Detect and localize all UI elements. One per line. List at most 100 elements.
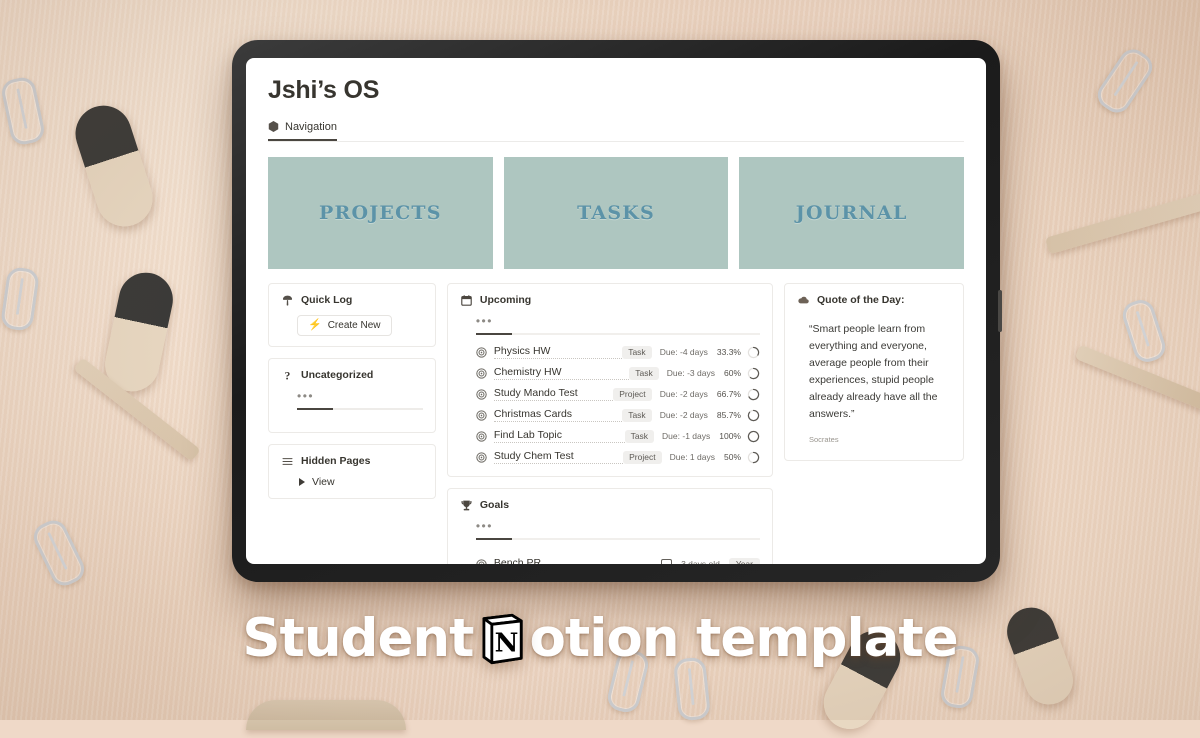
nav-banners: PROJECTS TASKS JOURNAL (268, 156, 965, 269)
target-icon (476, 388, 487, 400)
upcoming-row-name: Study Mando Test (493, 387, 614, 401)
upcoming-header: Upcoming (460, 294, 760, 307)
upcoming-row-due: Due: -2 days (659, 410, 708, 420)
tab-navigation[interactable]: Navigation (268, 121, 337, 141)
table-row[interactable]: Physics HW Task Due: -4 days 33.3% (460, 342, 760, 363)
notion-logo: N (482, 613, 523, 664)
table-row[interactable]: Study Mando Test Project Due: -2 days 66… (460, 384, 760, 405)
target-icon (476, 346, 487, 358)
upcoming-row-name: Physics HW (493, 345, 623, 359)
create-new-label: Create New (327, 319, 381, 331)
table-row[interactable]: Chemistry HW Task Due: -3 days 60% (460, 363, 760, 384)
goals-row-badge: Year (728, 557, 760, 564)
goals-tab-rule (475, 537, 760, 540)
banner-journal[interactable]: JOURNAL (739, 156, 965, 269)
progress-ring (747, 367, 760, 379)
uncategorized-header: ? Uncategorized (281, 369, 423, 382)
tablet-device: Jshi’s OS Navigation PROJECTS TASKS JOUR… (232, 40, 1002, 582)
banner-projects-label: PROJECTS (318, 201, 442, 224)
upcoming-row-tag: Task (622, 408, 652, 422)
target-icon (476, 367, 487, 379)
progress-ring (747, 451, 760, 463)
progress-ring (747, 346, 760, 358)
goal-checkbox[interactable] (661, 558, 673, 564)
upcoming-menu[interactable]: ••• (476, 315, 760, 327)
hamburger-icon (282, 457, 293, 465)
quick-log-title: Quick Log (301, 294, 353, 306)
table-row[interactable]: Christmas Cards Task Due: -2 days 85.7% (460, 405, 760, 426)
upcoming-card: Upcoming ••• Physics HW Task Due: -4 day… (446, 282, 773, 477)
mushroom-icon (282, 295, 293, 306)
uncategorized-card: ? Uncategorized ••• (268, 357, 436, 433)
caption-after: otion template (529, 608, 959, 669)
hidden-pages-card: Hidden Pages View (268, 443, 436, 499)
progress-ring (747, 409, 760, 421)
uncategorized-menu[interactable]: ••• (297, 390, 423, 402)
quote-card: Quote of the Day: “Smart people learn fr… (784, 282, 964, 461)
target-icon (476, 409, 487, 421)
upcoming-tab-rule (475, 332, 760, 335)
calendar-icon (461, 294, 472, 306)
caption-banner: Student N otion template (0, 608, 1200, 669)
quote-header: Quote of the Day: (797, 294, 951, 307)
page-tabbar: Navigation (268, 119, 964, 142)
upcoming-row-percent: 100% (719, 431, 741, 441)
quote-title: Quote of the Day: (817, 294, 905, 306)
cloud-icon (798, 296, 809, 303)
create-new-button[interactable]: ⚡ Create New (297, 314, 392, 336)
upcoming-row-tag: Project (613, 387, 652, 401)
uncategorized-title: Uncategorized (301, 369, 374, 381)
upcoming-title: Upcoming (479, 294, 532, 306)
goals-rows: Bench PR 3 days old Year (460, 554, 760, 564)
upcoming-row-due: Due: -1 days (662, 431, 711, 441)
quote-author: Socrates (809, 434, 839, 444)
upcoming-row-due: Due: -2 days (659, 389, 708, 399)
upcoming-row-due: Due: -4 days (659, 347, 708, 357)
target-icon (476, 558, 487, 564)
upcoming-row-percent: 66.7% (716, 389, 741, 399)
trophy-icon (461, 500, 472, 510)
tablet-screen: Jshi’s OS Navigation PROJECTS TASKS JOUR… (246, 58, 986, 564)
upcoming-row-tag: Task (624, 429, 655, 443)
table-row[interactable]: Bench PR 3 days old Year (460, 554, 760, 564)
banner-journal-label: JOURNAL (795, 201, 908, 224)
notion-page: Jshi’s OS Navigation PROJECTS TASKS JOUR… (246, 58, 986, 564)
goals-card: Goals ••• Bench PR 3 days old Year (446, 487, 773, 564)
progress-ring (747, 388, 760, 400)
svg-text:?: ? (285, 370, 291, 381)
goals-title: Goals (479, 499, 510, 511)
quick-log-card: Quick Log ⚡ Create New (268, 282, 436, 347)
table-row[interactable]: Study Chem Test Project Due: 1 days 50% (460, 447, 760, 468)
hidden-pages-view-row[interactable]: View (299, 476, 423, 488)
upcoming-row-percent: 60% (723, 368, 741, 378)
goals-header: Goals (460, 499, 760, 512)
page-title: Jshi’s OS (268, 76, 380, 104)
upcoming-row-tag: Task (622, 345, 652, 359)
content-columns: Quick Log ⚡ Create New ? Uncategorized •… (268, 282, 964, 564)
upcoming-row-due: Due: -3 days (666, 368, 715, 378)
svg-text:N: N (494, 628, 518, 658)
progress-ring (747, 430, 760, 442)
caption-before: Student (242, 608, 474, 669)
hexagon-icon (268, 121, 279, 132)
goals-row-name: Bench PR (494, 557, 661, 564)
right-column: Quote of the Day: “Smart people learn fr… (784, 282, 964, 461)
target-icon (476, 451, 487, 463)
tab-navigation-label: Navigation (285, 120, 337, 133)
hidden-pages-header: Hidden Pages (281, 455, 423, 468)
goals-row-meta: 3 days old Year (661, 557, 760, 564)
upcoming-row-name: Find Lab Topic (493, 429, 625, 443)
middle-column: Upcoming ••• Physics HW Task Due: -4 day… (446, 282, 773, 564)
hidden-pages-title: Hidden Pages (301, 455, 371, 467)
hidden-pages-view-label: View (312, 475, 335, 488)
goals-menu[interactable]: ••• (476, 520, 760, 532)
target-icon (476, 430, 487, 442)
upcoming-row-name: Chemistry HW (493, 366, 630, 380)
upcoming-row-name: Study Chem Test (493, 450, 624, 464)
banner-projects[interactable]: PROJECTS (268, 156, 493, 269)
ruler-prop (246, 700, 406, 730)
upcoming-rows: Physics HW Task Due: -4 days 33.3% Chemi… (460, 342, 760, 468)
table-row[interactable]: Find Lab Topic Task Due: -1 days 100% (460, 426, 760, 447)
left-column: Quick Log ⚡ Create New ? Uncategorized •… (268, 282, 436, 499)
banner-tasks[interactable]: TASKS (503, 156, 729, 269)
